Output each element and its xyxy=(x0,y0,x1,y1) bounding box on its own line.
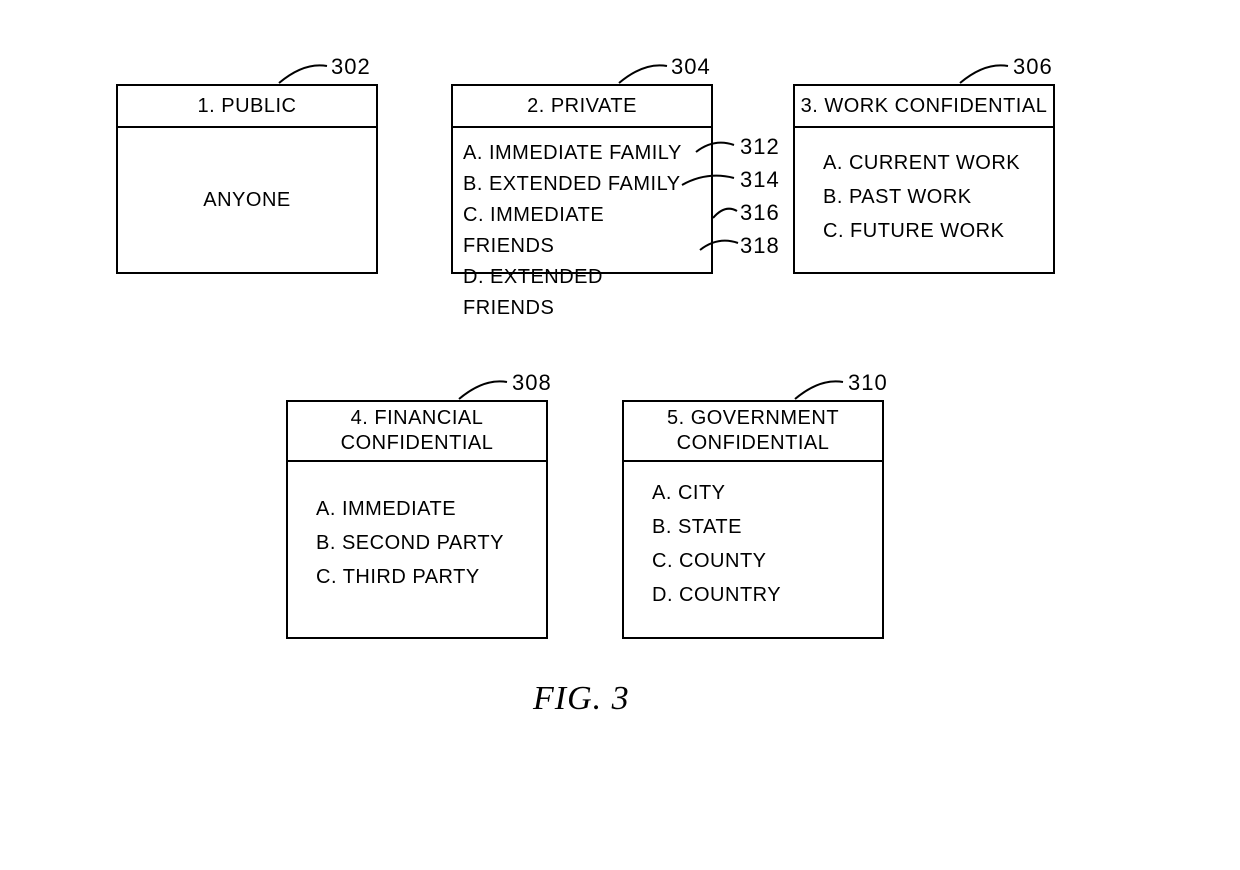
box-private-title: 2. PRIVATE xyxy=(527,95,637,118)
box-financial-header: 4. FINANCIAL CONFIDENTIAL xyxy=(288,402,546,462)
box-financial-title: 4. FINANCIAL CONFIDENTIAL xyxy=(288,406,546,456)
box-private-header: 2. PRIVATE xyxy=(453,86,711,128)
government-item-c: C. COUNTY xyxy=(652,544,866,578)
government-item-d: D. COUNTRY xyxy=(652,578,866,612)
box-government-header: 5. GOVERNMENT CONFIDENTIAL xyxy=(624,402,882,462)
box-government-body: A. CITY B. STATE C. COUNTY D. COUNTRY xyxy=(624,462,882,624)
government-item-a: A. CITY xyxy=(652,476,866,510)
figure-caption: FIG. 3 xyxy=(533,680,630,718)
box-work-title: 3. WORK CONFIDENTIAL xyxy=(801,95,1048,118)
ref-314: 314 xyxy=(740,167,780,193)
work-item-b: B. PAST WORK xyxy=(823,180,1037,214)
box-public-title: 1. PUBLIC xyxy=(198,95,297,118)
callout-310 xyxy=(795,378,845,408)
financial-item-a: A. IMMEDIATE xyxy=(316,492,530,526)
private-item-b: B. EXTENDED FAMILY xyxy=(463,169,695,200)
callout-316 xyxy=(713,206,739,225)
government-item-b: B. STATE xyxy=(652,510,866,544)
ref-306: 306 xyxy=(1013,54,1053,80)
callout-308 xyxy=(459,378,509,408)
ref-316: 316 xyxy=(740,200,780,226)
box-government-title: 5. GOVERNMENT CONFIDENTIAL xyxy=(624,406,882,456)
box-public-body: ANYONE xyxy=(118,128,376,273)
private-item-d: D. EXTENDED FRIENDS xyxy=(463,262,695,324)
box-public-anyone: ANYONE xyxy=(203,189,290,212)
box-public-header: 1. PUBLIC xyxy=(118,86,376,128)
callout-302 xyxy=(279,62,329,92)
box-financial-body: A. IMMEDIATE B. SECOND PARTY C. THIRD PA… xyxy=(288,462,546,606)
box-public: 1. PUBLIC ANYONE xyxy=(116,84,378,274)
ref-310: 310 xyxy=(848,370,888,396)
box-financial: 4. FINANCIAL CONFIDENTIAL A. IMMEDIATE B… xyxy=(286,400,548,639)
box-private: 2. PRIVATE A. IMMEDIATE FAMILY B. EXTEND… xyxy=(451,84,713,274)
work-item-c: C. FUTURE WORK xyxy=(823,214,1037,248)
ref-308: 308 xyxy=(512,370,552,396)
callout-306 xyxy=(960,62,1010,92)
ref-312: 312 xyxy=(740,134,780,160)
callout-312 xyxy=(696,140,736,159)
work-item-a: A. CURRENT WORK xyxy=(823,146,1037,180)
callout-314 xyxy=(682,173,736,192)
callout-304 xyxy=(619,62,669,92)
box-government: 5. GOVERNMENT CONFIDENTIAL A. CITY B. ST… xyxy=(622,400,884,639)
private-item-c: C. IMMEDIATE FRIENDS xyxy=(463,200,695,262)
box-work: 3. WORK CONFIDENTIAL A. CURRENT WORK B. … xyxy=(793,84,1055,274)
ref-318: 318 xyxy=(740,233,780,259)
box-private-body: A. IMMEDIATE FAMILY B. EXTENDED FAMILY C… xyxy=(453,128,711,336)
box-work-header: 3. WORK CONFIDENTIAL xyxy=(795,86,1053,128)
box-work-body: A. CURRENT WORK B. PAST WORK C. FUTURE W… xyxy=(795,128,1053,260)
financial-item-c: C. THIRD PARTY xyxy=(316,560,530,594)
private-item-a: A. IMMEDIATE FAMILY xyxy=(463,138,695,169)
financial-item-b: B. SECOND PARTY xyxy=(316,526,530,560)
callout-318 xyxy=(700,238,740,257)
ref-304: 304 xyxy=(671,54,711,80)
ref-302: 302 xyxy=(331,54,371,80)
